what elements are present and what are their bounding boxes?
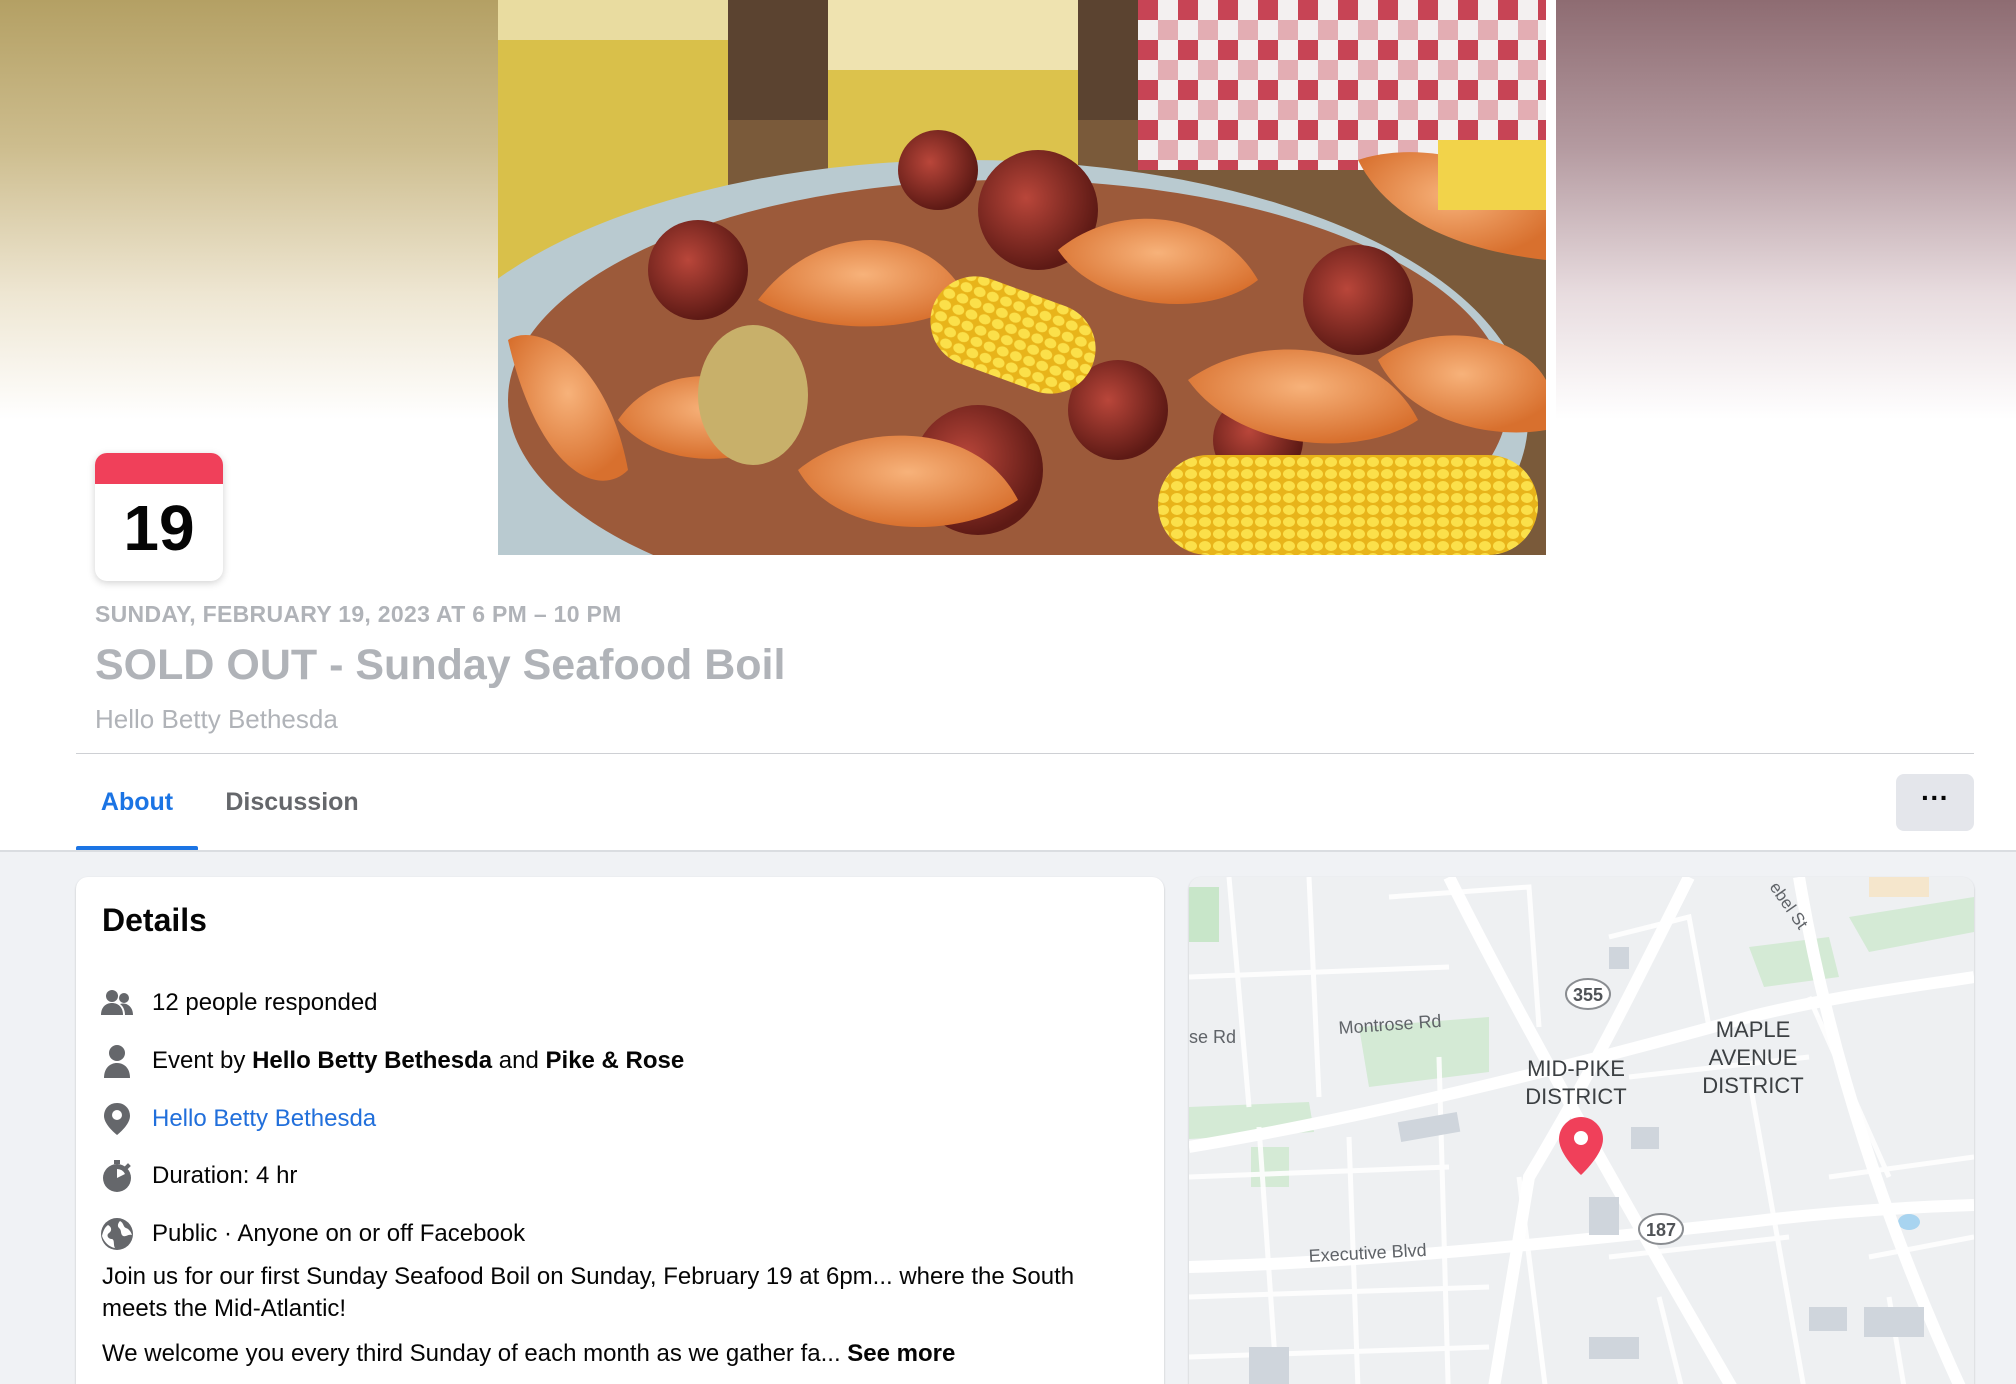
location-link[interactable]: Hello Betty Bethesda bbox=[152, 1105, 376, 1133]
duration-row: Duration: 4 hr bbox=[100, 1156, 297, 1196]
location-pin-icon bbox=[100, 1102, 134, 1136]
stopwatch-icon bbox=[100, 1159, 134, 1193]
event-by-host-1[interactable]: Hello Betty Bethesda bbox=[252, 1047, 492, 1075]
calendar-day: 19 bbox=[123, 492, 195, 564]
duration-text: Duration: 4 hr bbox=[152, 1162, 298, 1189]
see-more-link[interactable]: See more bbox=[847, 1340, 955, 1367]
globe-icon bbox=[100, 1217, 134, 1251]
map-label-maple-3: DISTRICT bbox=[1702, 1073, 1803, 1098]
map-label-mid-pike-2: DISTRICT bbox=[1525, 1084, 1626, 1109]
event-by-row: Event by Hello Betty Bethesda and Pike &… bbox=[100, 1041, 684, 1081]
location-row: Hello Betty Bethesda bbox=[100, 1099, 376, 1139]
map-label-maple-1: MAPLE bbox=[1716, 1017, 1791, 1042]
person-icon bbox=[100, 1044, 134, 1078]
svg-text:355: 355 bbox=[1573, 985, 1603, 1005]
calendar-header bbox=[95, 453, 223, 484]
location-map[interactable]: 355 187 se Rd Montrose Rd Executive Blvd… bbox=[1189, 877, 1974, 1384]
cover-blur-right bbox=[1556, 0, 2016, 420]
description-paragraph-2: We welcome you every third Sunday of eac… bbox=[102, 1338, 1142, 1370]
svg-text:187: 187 bbox=[1646, 1220, 1676, 1240]
event-title: SOLD OUT - Sunday Seafood Boil bbox=[95, 641, 786, 689]
details-card: Details 12 people responded Event by Hel… bbox=[76, 877, 1164, 1384]
header-shadow bbox=[0, 850, 2016, 852]
map-label-se-rd: se Rd bbox=[1189, 1027, 1236, 1047]
privacy-text: Public · Anyone on or off Facebook bbox=[152, 1220, 526, 1247]
people-icon bbox=[100, 986, 134, 1020]
route-355-shield: 355 bbox=[1565, 978, 1611, 1010]
event-date: SUNDAY, FEBRUARY 19, 2023 AT 6 PM – 10 P… bbox=[95, 601, 622, 627]
more-options-button[interactable]: ··· bbox=[1896, 774, 1974, 831]
event-by-and: and bbox=[492, 1047, 546, 1074]
calendar-icon: 19 bbox=[95, 453, 223, 581]
event-by-host-2[interactable]: Pike & Rose bbox=[546, 1047, 685, 1075]
event-by-prefix: Event by bbox=[152, 1047, 253, 1074]
route-187-shield: 187 bbox=[1638, 1213, 1684, 1245]
event-host[interactable]: Hello Betty Bethesda bbox=[95, 704, 338, 735]
map-label-maple-2: AVENUE bbox=[1709, 1045, 1798, 1070]
description-text-2: We welcome you every third Sunday of eac… bbox=[102, 1340, 848, 1367]
responded-text: 12 people responded bbox=[152, 989, 378, 1016]
cover-blur-left bbox=[0, 0, 498, 420]
tab-discussion[interactable]: Discussion bbox=[222, 754, 362, 850]
event-header: 19 SUNDAY, FEBRUARY 19, 2023 AT 6 PM – 1… bbox=[0, 0, 2016, 852]
tab-about[interactable]: About bbox=[76, 754, 198, 850]
details-heading: Details bbox=[102, 902, 207, 938]
responded-row[interactable]: 12 people responded bbox=[100, 983, 378, 1023]
description-paragraph-1: Join us for our first Sunday Seafood Boi… bbox=[102, 1263, 1075, 1322]
cover-photo[interactable] bbox=[498, 0, 1546, 555]
map-label-mid-pike-1: MID-PIKE bbox=[1527, 1056, 1625, 1081]
privacy-row: Public · Anyone on or off Facebook bbox=[100, 1214, 525, 1254]
